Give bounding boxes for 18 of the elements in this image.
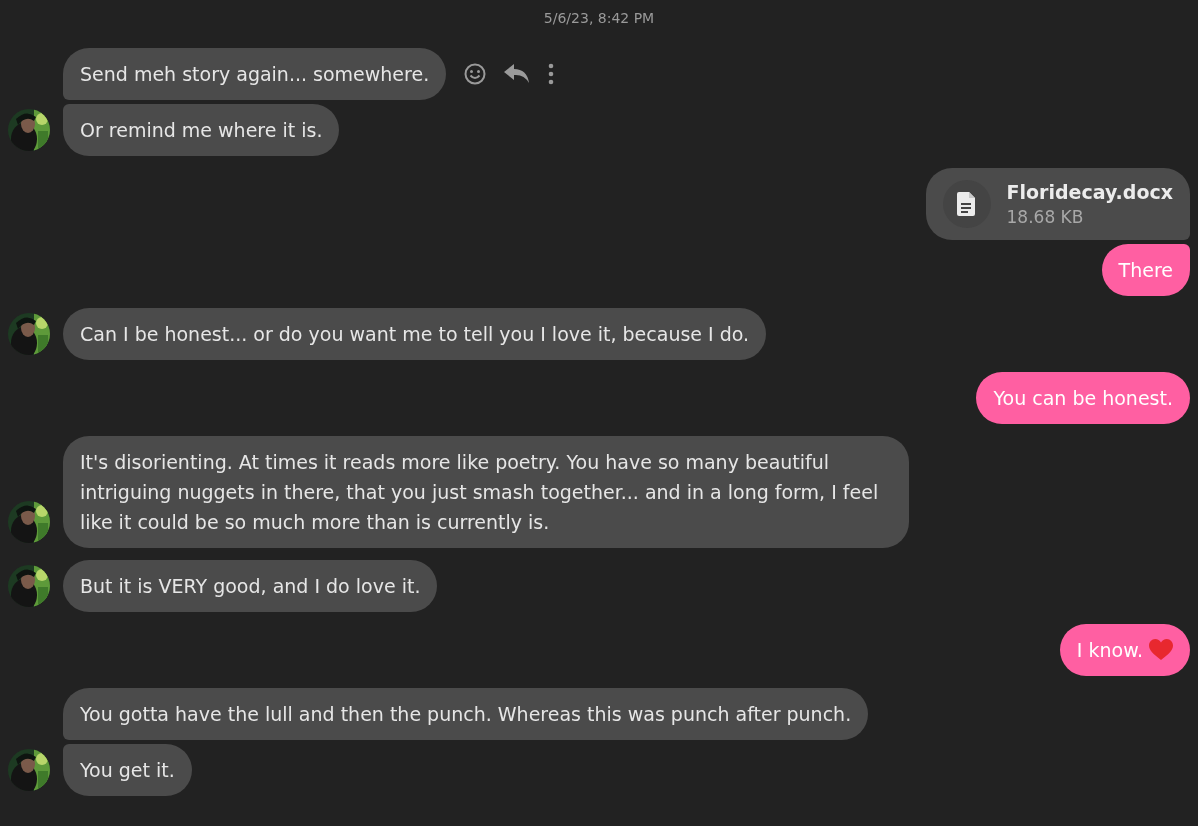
message-text: But it is VERY good, and I do love it. (80, 574, 421, 599)
message-text: You gotta have the lull and then the punch. Whereas this was punch after punch. (80, 702, 852, 727)
file-size: 18.68 KB (1006, 207, 1085, 227)
message-text: Or remind me where it is. (80, 118, 323, 143)
more-icon[interactable] (548, 63, 555, 85)
message-text: Can I be honest... or do you want me to tell you I love it, because I do. (80, 322, 750, 347)
smiley-icon[interactable] (464, 63, 487, 85)
message-text: Send meh story again... somewhere. (80, 62, 430, 87)
message-text: You can be honest. (993, 386, 1173, 411)
message-text: There (1118, 258, 1173, 283)
timestamp: 5/6/23, 8:42 PM (543, 10, 655, 26)
message-text: It's disorienting. At times it reads more like poetry. You have so many beautiful intriguing nuggets in there, that you just smash together... and in a long form, I feel like it could be so much more than is currently is. (80, 450, 880, 535)
message-text: I know. (1076, 638, 1143, 663)
file-attachment[interactable]: Floridecay.docx 18.68 KB (925, 168, 1190, 240)
file-name: Floridecay.docx (1006, 181, 1173, 203)
message-text: You get it. (80, 758, 175, 783)
document-icon (942, 180, 991, 228)
reply-icon[interactable] (504, 64, 531, 84)
